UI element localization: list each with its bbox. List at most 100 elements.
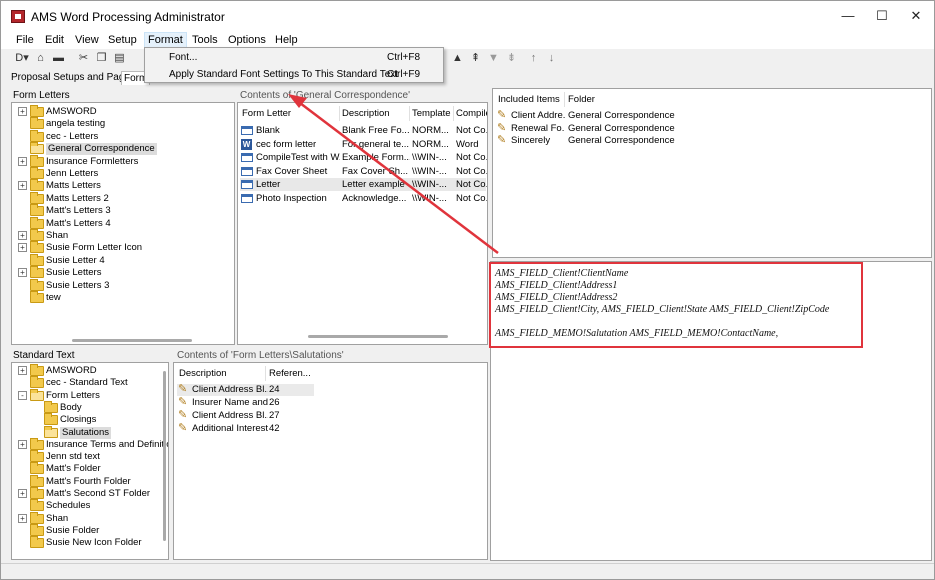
tree-item[interactable]: + Matts Letters — [12, 179, 232, 192]
minimize-button[interactable]: — — [833, 6, 863, 26]
tree-item[interactable]: + Shan — [12, 229, 232, 242]
expand-icon[interactable]: + — [18, 366, 27, 375]
menu-item-apply-standard-font[interactable]: Apply Standard Font Settings To This Sta… — [145, 66, 443, 83]
folder-icon — [30, 229, 44, 241]
expand-icon[interactable]: + — [18, 107, 27, 116]
tree-item[interactable]: cec - Standard Text — [12, 376, 160, 389]
tree-item[interactable]: + AMSWORD — [12, 364, 160, 377]
salutations-list[interactable]: Description Referen... ✎ Client Address Bl.… — [173, 362, 488, 560]
column-header[interactable]: Included Items — [498, 93, 564, 107]
open-icon[interactable]: ⌂ — [34, 52, 47, 65]
tree-item[interactable]: Susie Folder — [12, 523, 160, 537]
table-row[interactable]: ✎ Client Address Bl... 24 — [177, 384, 314, 396]
tree-item[interactable]: Matt's Folder — [12, 462, 160, 475]
table-row[interactable]: Photo Inspection Acknowledge... \\WIN-... N… — [238, 193, 487, 205]
standard-text-tree[interactable]: + AMSWORD cec - Standard Text - Form Letters… — [11, 362, 169, 560]
tree-item[interactable]: Jenn std text — [12, 450, 160, 463]
tree-item[interactable]: Matt's Letters 3 — [12, 204, 232, 217]
close-button[interactable]: ✕ — [901, 6, 931, 26]
menu-setup[interactable]: Setup — [105, 33, 140, 49]
tab-proposal-setups[interactable]: Proposal Setups and Pages — [9, 71, 137, 84]
move-up-icon[interactable]: ▲ — [451, 52, 464, 65]
expand-icon[interactable]: + — [18, 243, 27, 253]
tree-item[interactable]: + Shan — [12, 511, 160, 525]
table-row[interactable]: Letter Letter example \\WIN-... Not Co... — [238, 179, 487, 191]
column-header[interactable]: Description — [179, 367, 264, 381]
vertical-scrollbar[interactable] — [163, 371, 166, 541]
form-letter-list[interactable]: Form LetterDescriptionTemplateCompiled Bl… — [237, 102, 488, 345]
column-header[interactable]: Form Letter — [242, 107, 340, 121]
expand-icon[interactable]: + — [18, 513, 27, 523]
column-header[interactable]: Template — [412, 107, 454, 121]
tree-item[interactable]: Jenn Letters — [12, 167, 232, 180]
menu-format[interactable]: Format — [144, 32, 187, 48]
cut-icon[interactable]: ✂ — [77, 52, 90, 65]
table-row[interactable]: ✎ Client Addre... General Correspondence — [493, 110, 893, 122]
move-down-icon[interactable]: ▼ — [487, 52, 500, 65]
table-row[interactable]: ✎ Additional Interest... 42 — [174, 423, 474, 435]
table-row[interactable]: ✎ Insurer Name and... 26 — [174, 397, 474, 409]
expand-icon[interactable]: + — [18, 489, 27, 498]
column-header[interactable]: Folder — [568, 93, 648, 107]
expand-icon[interactable]: + — [18, 181, 27, 191]
table-row[interactable]: ✎ Client Address Bl... 27 — [174, 410, 474, 422]
column-header[interactable]: Description — [342, 107, 410, 121]
expand-icon[interactable]: + — [18, 268, 27, 278]
menu-item-font[interactable]: Font... Ctrl+F8 — [145, 49, 443, 66]
expand-icon[interactable]: + — [18, 156, 27, 166]
expand-icon[interactable]: - — [18, 390, 27, 400]
tree-item[interactable]: Schedules — [12, 499, 160, 512]
tree-item[interactable]: Susie New Icon Folder — [12, 536, 160, 549]
tree-item[interactable]: Matt's Fourth Folder — [12, 474, 160, 488]
table-row[interactable]: Blank Blank Free Fo...NORM... Not Co... — [238, 125, 487, 137]
form-letters-tree[interactable]: + AMSWORD angela testing cec - Letters Gener… — [11, 102, 235, 345]
tree-item[interactable]: Susie Letter 4 — [12, 253, 232, 267]
table-row[interactable]: CompileTest with W... Example Form... \\WI… — [238, 152, 487, 164]
new-icon[interactable]: D▾ — [13, 52, 31, 65]
horizontal-scrollbar[interactable] — [72, 339, 192, 342]
column-separator[interactable] — [453, 106, 454, 121]
save-icon[interactable]: ▬ — [52, 52, 65, 65]
paste-icon[interactable]: ▤ — [113, 52, 126, 65]
column-header[interactable]: Compiled — [456, 107, 487, 121]
menu-file[interactable]: File — [13, 33, 37, 49]
tree-item[interactable]: + Insurance Terms and Definitio — [12, 437, 168, 451]
arrow-up-icon[interactable]: ↑ — [527, 52, 540, 65]
tree-item[interactable]: Matt's Letters 4 — [12, 216, 232, 230]
tree-item[interactable]: + AMSWORD — [12, 105, 232, 118]
table-row[interactable]: Fax Cover Sheet Fax Cover Sh... \\WIN-... N… — [238, 166, 487, 178]
menu-view[interactable]: View — [72, 33, 102, 49]
tree-item[interactable]: cec - Letters — [12, 129, 232, 143]
column-separator[interactable] — [564, 92, 565, 107]
maximize-button[interactable]: ☐ — [867, 6, 897, 26]
tree-item[interactable]: + Susie Letters — [12, 266, 232, 279]
expand-icon[interactable]: + — [18, 439, 27, 449]
move-bottom-icon[interactable]: ⇟ — [505, 52, 518, 65]
tree-item[interactable]: Body — [12, 400, 160, 414]
tree-item[interactable]: Matts Letters 2 — [12, 191, 232, 205]
tree-item[interactable]: Salutations — [12, 425, 160, 439]
tree-item[interactable]: Closings — [12, 413, 160, 426]
table-row[interactable]: ✎ Renewal Fo... General Correspondence — [493, 122, 893, 135]
included-items-list[interactable]: Included Items Folder ✎ Client Addre... Gene… — [492, 88, 932, 258]
tree-item[interactable]: angela testing — [12, 117, 232, 130]
column-separator[interactable] — [409, 106, 410, 121]
menu-edit[interactable]: Edit — [42, 33, 67, 49]
expand-icon[interactable]: + — [18, 231, 27, 240]
tree-item[interactable]: + Insurance Formletters — [12, 154, 232, 168]
column-separator[interactable] — [265, 366, 266, 381]
tree-item[interactable]: Susie Letters 3 — [12, 278, 232, 292]
column-header[interactable]: Referen... — [269, 367, 314, 381]
copy-icon[interactable]: ❐ — [95, 52, 108, 65]
tree-item[interactable]: + Matt's Second ST Folder — [12, 487, 160, 500]
horizontal-scrollbar[interactable] — [308, 335, 448, 338]
column-separator[interactable] — [339, 106, 340, 121]
tree-item[interactable]: - Form Letters — [12, 388, 160, 402]
tree-item[interactable]: tew — [12, 291, 232, 304]
arrow-down-icon[interactable]: ↓ — [545, 52, 558, 65]
table-row[interactable]: Wcec form letter For general te... NORM...… — [238, 138, 487, 151]
table-row[interactable]: ✎ Sincerely General Correspondence — [493, 135, 893, 147]
move-top-icon[interactable]: ⇞ — [469, 52, 482, 65]
tree-item[interactable]: General Correspondence — [12, 142, 232, 156]
tree-item[interactable]: + Susie Form Letter Icon — [12, 241, 232, 254]
